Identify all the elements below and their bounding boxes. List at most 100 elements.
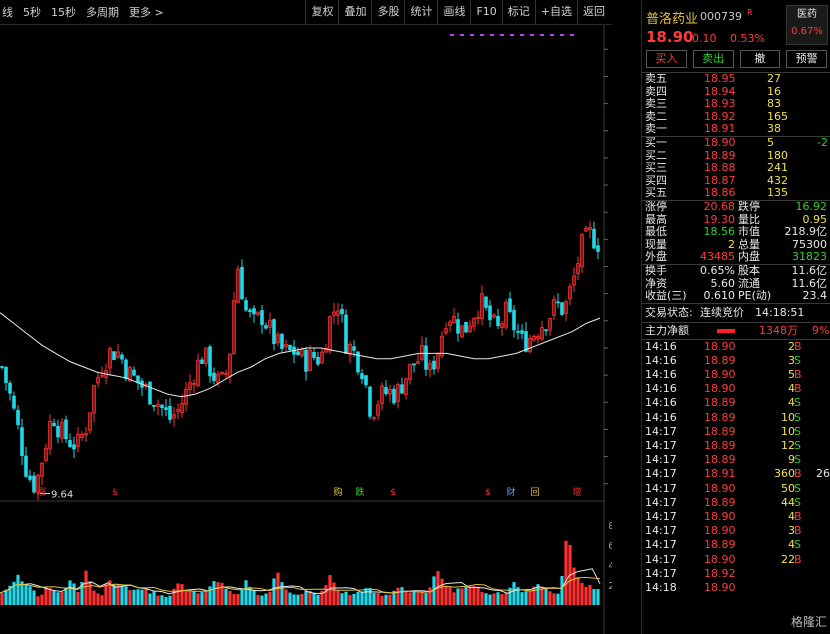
stat-row: 外盘 43485 内盘 31823 [642, 251, 830, 264]
volume-bar [224, 588, 228, 605]
tick-side: S [794, 538, 801, 552]
price-change-pct: 0.53% [730, 32, 765, 45]
main-flow-bar [717, 328, 735, 333]
tool-button-0[interactable]: 复权 [305, 0, 338, 24]
trade-button-3[interactable]: 预警 [786, 50, 827, 68]
stat-row: 最低 18.56 市值 218.9亿 [642, 226, 830, 239]
event-marker[interactable]: 购 [333, 486, 342, 498]
candle-body [124, 359, 128, 380]
period-tab-3[interactable]: 多周期 [86, 4, 119, 20]
tool-button-1[interactable]: 叠加 [338, 0, 371, 24]
volume-bar [400, 587, 404, 605]
volume-bar [176, 583, 180, 605]
volume-tick-label: 40000 [608, 561, 612, 572]
tick-side: B [794, 467, 802, 481]
event-marker[interactable]: 增 [572, 486, 581, 498]
period-tab-2[interactable]: 15秒 [51, 4, 76, 20]
candle-body [432, 360, 436, 370]
quote-panel: 普洛药业 000739 R 医药 0.67% 18.90 0.10 0.53% … [641, 0, 830, 634]
tool-button-7[interactable]: +自选 [534, 0, 577, 24]
volume-bar [292, 594, 296, 605]
tick-price: 18.89 [704, 396, 736, 410]
stat-value: 0.610 [703, 289, 736, 303]
tool-button-5[interactable]: F10 [470, 0, 501, 24]
volume-bar [308, 590, 312, 605]
stock-header: 普洛药业 000739 R 医药 0.67% 18.90 0.10 0.53% [642, 0, 830, 48]
candle-body [288, 344, 292, 351]
period-tab-0[interactable]: 线 [2, 4, 13, 20]
volume-bar [52, 590, 56, 605]
volume-bar [372, 592, 376, 605]
stat-value: 43485 [700, 250, 735, 264]
kline-chart[interactable]: 26.00 25.00 24.00 23.00 22.00 21.00 20.00 19.00… [0, 25, 612, 634]
tool-button-2[interactable]: 多股 [371, 0, 404, 24]
tool-button-4[interactable]: 画线 [437, 0, 470, 24]
sector-badge[interactable]: 医药 0.67% [786, 5, 828, 45]
event-marker[interactable]: $ [390, 488, 396, 498]
candle-body [556, 301, 560, 304]
period-tab-1[interactable]: 5秒 [23, 4, 41, 20]
tick-price: 18.90 [704, 368, 736, 382]
trade-button-2[interactable]: 撤 [739, 50, 781, 68]
sector-name: 医药 [797, 9, 817, 20]
event-marker[interactable]: $ [485, 488, 491, 498]
event-marker[interactable]: 财 [506, 486, 515, 498]
candle-body [364, 375, 368, 386]
tool-button-6[interactable]: 标记 [501, 0, 535, 24]
candle-body [32, 475, 36, 493]
volume-bar [0, 593, 4, 605]
candle-body [68, 440, 72, 447]
tick-volume: 22 [781, 552, 795, 566]
trade-button-1[interactable]: 卖出 [692, 50, 734, 68]
candle-body [136, 375, 140, 384]
event-marker[interactable]: 涨 [37, 487, 46, 498]
book-label: 卖五 [645, 72, 667, 85]
event-marker[interactable]: $ [112, 488, 118, 498]
volume-bar [472, 585, 476, 605]
volume-bar [232, 594, 236, 605]
main-flow[interactable]: 主力净额 1348万 9% [642, 321, 830, 339]
candle-body [264, 325, 268, 329]
event-marker[interactable]: 跌 [355, 487, 364, 498]
tick-row: 14:17 18.89 9 S [642, 453, 830, 467]
volume-bar [396, 587, 400, 605]
book-row: 卖四 18.94 16 [642, 85, 830, 99]
volume-bar [28, 586, 32, 605]
candle-body [368, 386, 372, 417]
stat-row: 换手 0.65% 股本 11.6亿 [642, 263, 830, 278]
volume-bar [192, 591, 196, 605]
tick-side: S [794, 495, 801, 509]
volume-bar [584, 586, 588, 605]
candle-body [456, 319, 460, 334]
tick-list[interactable]: 14:16 18.90 2 B 14:16 18.89 3 S 14:16 18.90 5 B 14:1… [642, 338, 830, 595]
book-price: 18.90 [704, 135, 736, 149]
event-marker[interactable]: 回 [530, 487, 539, 498]
book-label: 卖一 [645, 122, 667, 136]
volume-bar [68, 580, 72, 605]
tool-button-3[interactable]: 统计 [404, 0, 437, 24]
volume-bar [404, 590, 408, 605]
y-tick-label: 13.00 [611, 398, 612, 409]
volume-bar [564, 540, 568, 605]
volume-bar [480, 592, 484, 605]
stat-label: 股本 [738, 263, 760, 277]
volume-bar [64, 588, 68, 605]
period-tab-4[interactable]: 更多 > [129, 4, 164, 20]
tick-side: B [794, 368, 802, 382]
trade-button-0[interactable]: 买入 [646, 50, 687, 68]
sector-pct: 0.67% [791, 26, 823, 37]
candle-body [344, 314, 348, 354]
stat-value: 31823 [792, 250, 827, 264]
volume-bar [520, 592, 524, 605]
volume-bar [452, 592, 456, 605]
volume-bar [16, 574, 20, 605]
candle-body [424, 345, 428, 370]
tool-button-8[interactable]: 返回 [577, 0, 610, 24]
tick-price: 18.90 [704, 382, 736, 396]
stat-value: 0.65% [700, 263, 735, 277]
volume-bar [204, 590, 208, 605]
y-tick-label: 15.00 [611, 344, 612, 355]
volume-bar [168, 595, 172, 605]
tick-row: 14:16 18.90 2 B [642, 340, 830, 354]
candle-body [304, 349, 308, 372]
